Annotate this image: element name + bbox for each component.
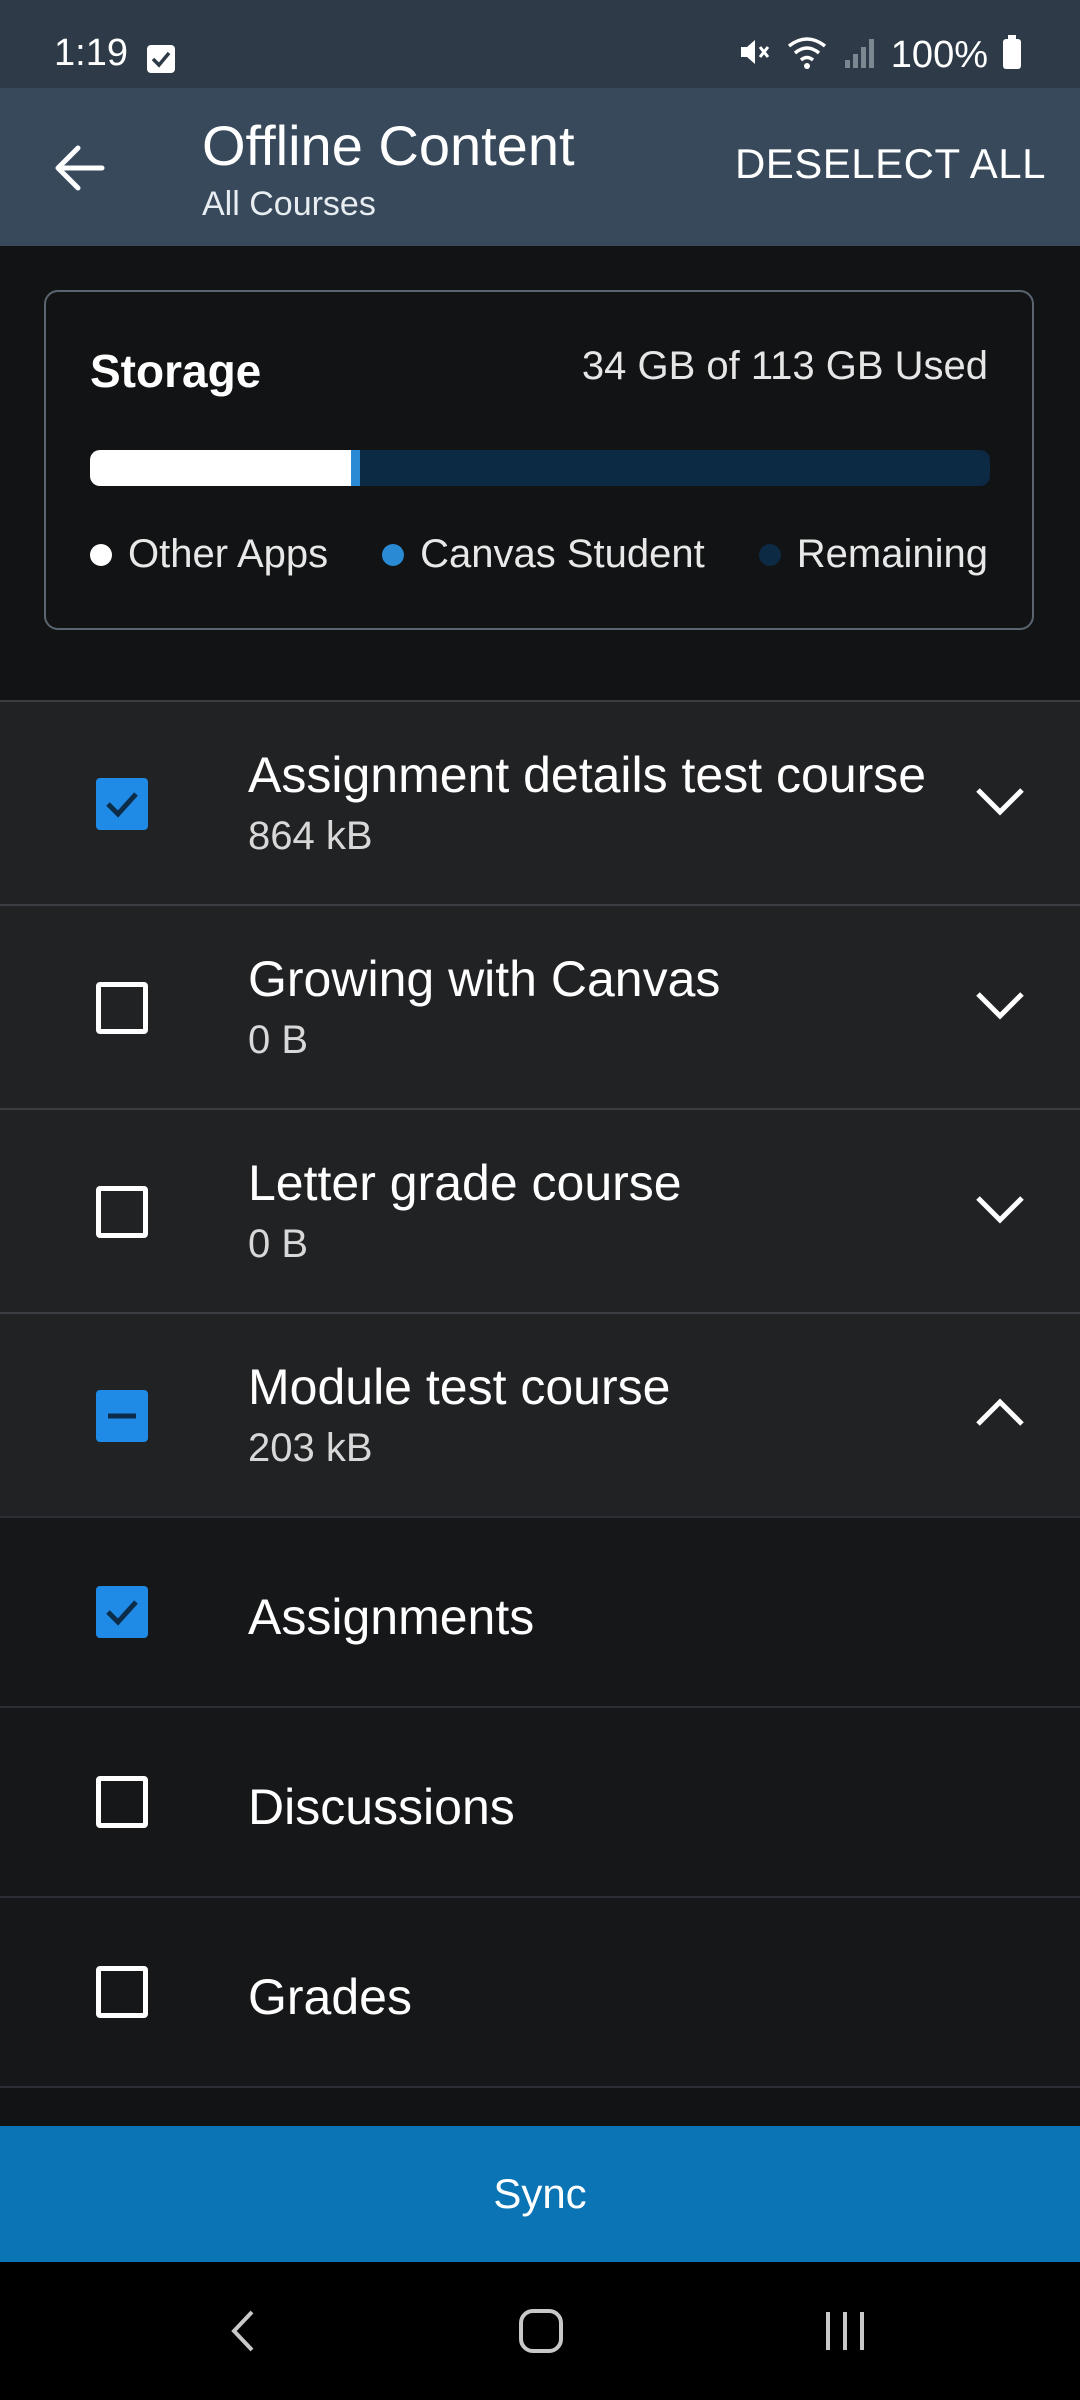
divider: [0, 2086, 1080, 2088]
module-item-name: Discussions: [248, 1779, 515, 1835]
storage-card: Storage 34 GB of 113 GB Used Other Apps …: [44, 290, 1034, 630]
wifi-icon: [785, 34, 829, 75]
module-item-name: Assignments: [248, 1589, 535, 1645]
module-item-name: Grades: [248, 1969, 412, 2025]
chevron-down-icon[interactable]: [972, 1188, 1028, 1228]
legend-label-canvas-student: Canvas Student: [420, 532, 705, 576]
legend-dot-other-apps: [90, 543, 112, 566]
course-row[interactable]: Assignment details test course 864 kB: [0, 700, 1080, 904]
legend-item-other-apps: Other Apps: [90, 532, 328, 577]
course-size: 0 B: [248, 1018, 309, 1062]
course-checkbox-checked[interactable]: [96, 778, 148, 830]
course-size: 203 kB: [248, 1426, 373, 1470]
module-item-row[interactable]: Discussions: [0, 1706, 1080, 1896]
mute-icon: [735, 34, 771, 75]
course-size: 0 B: [248, 1222, 309, 1266]
content-area: Storage 34 GB of 113 GB Used Other Apps …: [0, 246, 1080, 2126]
signal-icon: [843, 34, 877, 75]
status-bar: 1:19 100%: [0, 0, 1080, 88]
chevron-down-icon[interactable]: [972, 780, 1028, 820]
storage-title: Storage: [90, 345, 262, 397]
system-nav-bar: [0, 2262, 1080, 2400]
module-item-row[interactable]: Grades: [0, 1896, 1080, 2086]
module-item-checkbox-unchecked[interactable]: [96, 1776, 148, 1828]
nav-recents-icon[interactable]: [820, 2306, 870, 2356]
storage-bar: [90, 450, 990, 486]
course-checkbox-unchecked[interactable]: [96, 982, 148, 1034]
chevron-up-icon[interactable]: [972, 1392, 1028, 1432]
minus-icon: [108, 1413, 136, 1419]
course-checkbox-unchecked[interactable]: [96, 1186, 148, 1238]
storage-used-text: 34 GB of 113 GB Used: [581, 344, 988, 388]
notification-check-icon: [146, 44, 176, 79]
nav-back-icon[interactable]: [220, 2306, 270, 2356]
legend-label-other-apps: Other Apps: [128, 532, 329, 576]
nav-home-icon[interactable]: [516, 2306, 566, 2356]
back-arrow-icon: [55, 145, 105, 191]
module-item-checkbox-checked[interactable]: [96, 1586, 148, 1638]
checkmark-icon: [106, 792, 138, 818]
legend-dot-canvas-student: [382, 543, 405, 566]
course-name: Module test course: [248, 1359, 671, 1415]
course-name: Growing with Canvas: [248, 951, 721, 1007]
legend-item-canvas-student: Canvas Student: [382, 532, 705, 577]
course-checkbox-partial[interactable]: [96, 1390, 148, 1442]
storage-bar-other-apps: [90, 450, 351, 486]
storage-legend: Other Apps Canvas Student Remaining: [90, 532, 988, 577]
legend-item-remaining: Remaining: [758, 532, 988, 577]
status-icons: 100%: [735, 34, 1022, 75]
battery-percent: 100%: [890, 33, 988, 76]
page-title: Offline Content: [202, 114, 575, 177]
module-item-row[interactable]: Assignments: [0, 1516, 1080, 1706]
status-time: 1:19: [54, 32, 128, 74]
sync-button[interactable]: Sync: [0, 2126, 1080, 2262]
battery-icon: [1002, 34, 1022, 75]
back-button[interactable]: [44, 132, 116, 204]
course-name: Assignment details test course: [248, 747, 927, 803]
legend-label-remaining: Remaining: [796, 532, 988, 576]
course-size: 864 kB: [248, 814, 373, 858]
course-row[interactable]: Letter grade course 0 B: [0, 1108, 1080, 1312]
legend-dot-remaining: [758, 543, 781, 566]
page-subtitle: All Courses: [202, 185, 376, 223]
deselect-all-button[interactable]: DESELECT ALL: [735, 140, 1046, 188]
course-row[interactable]: Module test course 203 kB: [0, 1312, 1080, 1516]
chevron-down-icon[interactable]: [972, 984, 1028, 1024]
checkmark-icon: [106, 1600, 138, 1626]
course-name: Letter grade course: [248, 1155, 682, 1211]
module-item-checkbox-unchecked[interactable]: [96, 1966, 148, 2018]
storage-bar-canvas-student: [351, 450, 360, 486]
course-row[interactable]: Growing with Canvas 0 B: [0, 904, 1080, 1108]
app-bar: Offline Content All Courses DESELECT ALL: [0, 88, 1080, 246]
